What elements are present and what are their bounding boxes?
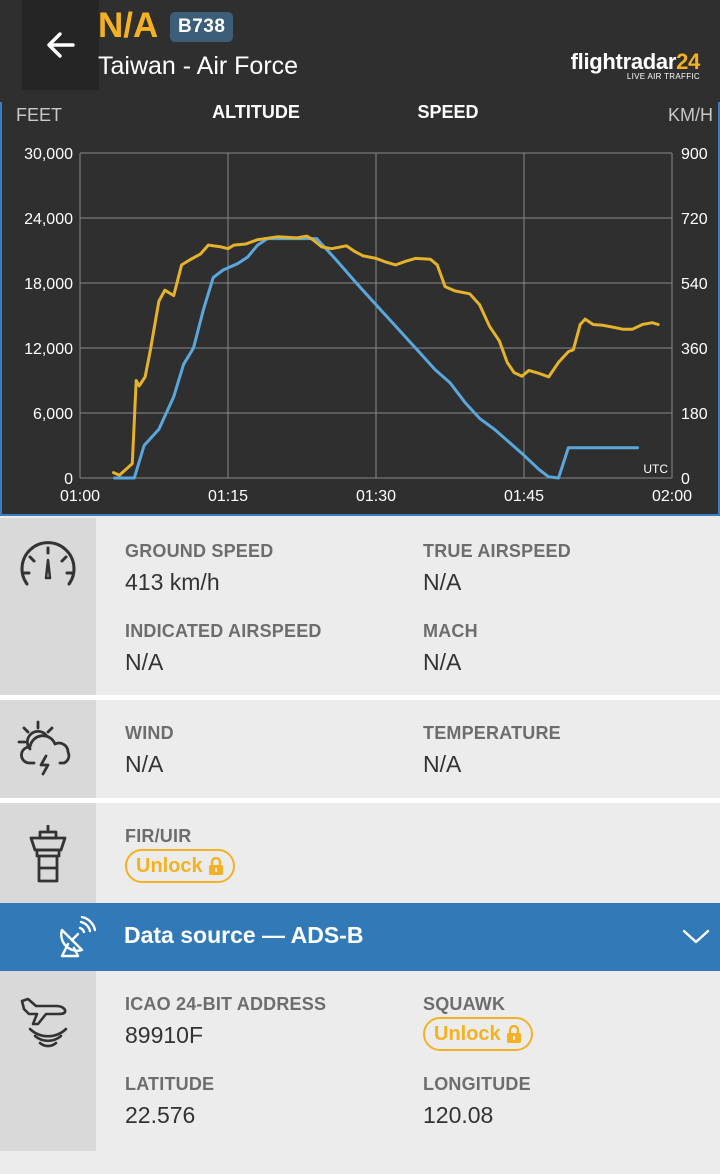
y-right-tick-label: 180 [681,406,708,423]
y-right-tick-label: 360 [681,341,708,358]
unlock-label: Unlock [136,854,203,877]
ground-speed-value: 413 km/h [125,569,220,595]
x-tick-label: 01:00 [60,488,100,505]
speed-section: GROUND SPEED 413 km/h TRUE AIRSPEED N/A … [0,518,720,695]
latitude-label: LATITUDE [125,1074,215,1094]
weather-icon-column [0,700,96,798]
y-right-tick-label: 900 [681,146,708,163]
data-source-toggle[interactable]: Data source — ADS-B [0,903,720,971]
x-tick-label: 01:45 [504,488,544,505]
airspace-section: FIR/UIR Unlock [0,803,720,903]
unlock-label: Unlock [434,1022,501,1045]
icao-address-label: ICAO 24-BIT ADDRESS [125,994,327,1014]
y-left-tick-label: 30,000 [24,146,73,163]
transponder-section: ICAO 24-BIT ADDRESS 89910F SQUAWK Unlock… [0,971,720,1151]
transponder-icon-column [0,971,96,1151]
x-tick-label: 02:00 [652,488,692,505]
speedometer-icon [20,541,76,586]
back-button[interactable] [22,0,99,90]
x-tick-label: 01:30 [356,488,396,505]
airspace-icon-column [0,803,96,903]
wind-value: N/A [125,751,164,777]
x-tick-label: 01:15 [208,488,248,505]
true-airspeed-value: N/A [423,569,462,595]
wind-label: WIND [125,723,174,743]
squawk-unlock-button[interactable]: Unlock [423,1017,533,1051]
data-source-title: Data source — ADS-B [124,922,364,948]
temperature-label: TEMPERATURE [423,723,561,743]
y-left-tick-label: 18,000 [24,276,73,293]
altitude-speed-chart-panel: 30,000 900 24,000 720 18,000 540 12,000 360 6,00… [0,102,720,516]
right-axis-unit: KM/H [668,105,713,125]
aircraft-type-badge: B738 [170,12,234,42]
true-airspeed-label: TRUE AIRSPEED [423,541,571,561]
longitude-value: 120.08 [423,1102,494,1128]
longitude-label: LONGITUDE [423,1074,531,1094]
fir-unlock-button[interactable]: Unlock [125,849,235,883]
brand-name: flightradar [570,49,677,74]
temperature-value: N/A [423,751,462,777]
speed-series-line [112,234,660,477]
operator-name: Taiwan - Air Force [98,52,299,80]
control-tower-icon [29,825,67,883]
flight-code: N/A [98,6,159,45]
y-left-tick-label: 12,000 [24,341,73,358]
brand-name-accent: 24 [676,49,700,74]
mach-label: MACH [423,621,478,641]
y-right-tick-label: 0 [681,471,690,488]
flight-detail-screen: N/A B738 Taiwan - Air Force flightradar2… [0,0,720,1174]
arrow-left-icon [46,32,75,58]
sun-cloud-icon [17,720,71,776]
weather-section: WIND N/A TEMPERATURE N/A [0,700,720,798]
mach-value: N/A [423,649,462,675]
y-left-tick-label: 0 [64,471,73,488]
icao-address-value: 89910F [125,1022,204,1048]
chart-title-speed: SPEED [417,102,478,122]
y-right-tick-label: 720 [681,211,708,228]
satellite-dish-icon [60,916,96,958]
lock-icon [506,1025,521,1043]
squawk-label: SQUAWK [423,994,506,1014]
flight-header: N/A B738 Taiwan - Air Force flightradar2… [0,0,720,102]
altitude-speed-chart: 30,000 900 24,000 720 18,000 540 12,000 360 6,00… [16,102,713,505]
left-axis-unit: FEET [16,105,62,125]
lock-icon [208,857,223,875]
y-left-tick-label: 6,000 [33,406,73,423]
fir-uir-label: FIR/UIR [125,826,192,846]
indicated-airspeed-value: N/A [125,649,164,675]
brand-logo: flightradar24 LIVE AIR TRAFFIC [570,49,701,82]
chart-title-altitude: ALTITUDE [212,102,300,122]
chevron-down-icon[interactable] [682,929,710,945]
latitude-value: 22.576 [125,1102,196,1128]
y-left-tick-label: 24,000 [24,211,73,228]
indicated-airspeed-label: INDICATED AIRSPEED [125,621,322,641]
y-right-tick-label: 540 [681,276,708,293]
timezone-label: UTC [643,462,668,476]
ground-speed-label: GROUND SPEED [125,541,274,561]
speed-icon-column [0,518,96,695]
plane-signal-icon [20,997,68,1048]
